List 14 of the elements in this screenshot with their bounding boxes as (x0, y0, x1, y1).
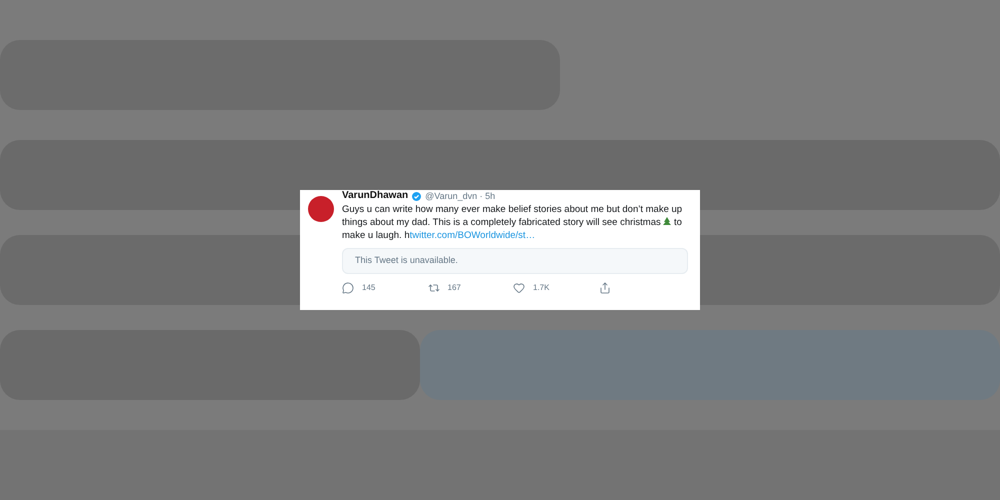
share-icon[interactable] (598, 282, 610, 294)
unavailable-quote: This Tweet is unavailable. (342, 248, 688, 274)
action-count: 145 (362, 282, 376, 294)
retweet-icon[interactable] (428, 282, 440, 294)
author-handle: @Varun_dvn · 5h (425, 192, 496, 200)
tweet-link[interactable]: twitter.com/BOWorldwide/st… (410, 230, 536, 241)
author-name: VarunDhawan (342, 191, 408, 201)
action-count: 1.7K (533, 282, 550, 294)
action-count: 167 (448, 282, 461, 294)
heart-icon[interactable] (513, 282, 525, 294)
tweet-text: Guys u can write how many ever make belief stories about me but don’t make up things about my dad. This is a completely fabricated story will see christmas to make u laugh. htwitter.com/BOWorldwide/st… (342, 203, 684, 242)
reply-icon[interactable] (342, 282, 354, 294)
avatar (308, 196, 334, 222)
tree-icon (663, 217, 672, 226)
